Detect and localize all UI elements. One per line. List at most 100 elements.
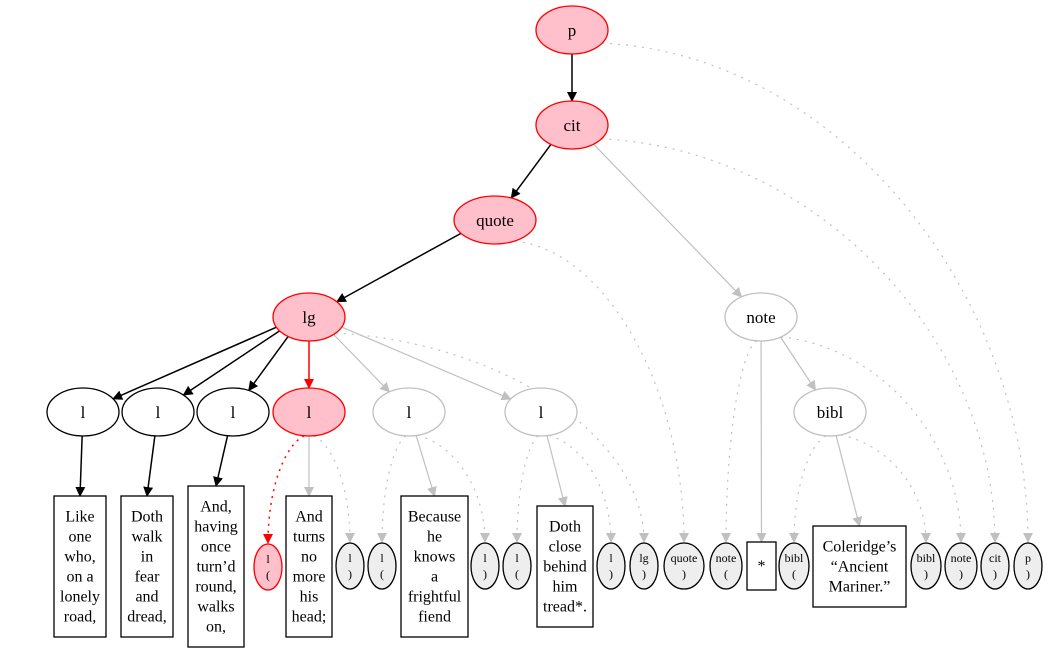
node-lgclose[interactable]: lg) [629,542,659,590]
node-quoteclose[interactable]: quote) [663,542,705,590]
node-lg-label: lg [302,308,316,327]
token-lgclose-line: ) [642,567,646,581]
node-l4open[interactable]: l( [253,543,283,591]
token-l6open-shape [502,542,532,590]
node-noteclose[interactable]: note) [944,542,978,590]
text-t5-line: he [427,529,442,546]
token-l5close-shape [470,542,500,590]
node-l6[interactable]: l [504,387,578,437]
text-t2-line: and [135,589,158,606]
token-citclose-line: ) [993,567,997,581]
node-t1[interactable]: Like one who, on a lonely road, [53,495,107,638]
token-pclose-line: p [1025,551,1031,565]
token-l5open-line: ( [380,567,384,581]
text-t6-line: tread*. [543,599,587,616]
text-t6-line: Doth [549,519,581,536]
token-noteclose-line: ) [959,567,963,581]
node-quote[interactable]: quote [453,195,537,245]
text-t6-line: close [549,539,582,556]
edge-lg-to-l2 [182,330,280,396]
tree-diagram: p cit quote lg note bibl l l l l l l Like one who, on a… [46,5,1043,648]
text-t6-line: behind [543,559,587,576]
node-l2-label: l [156,403,161,422]
node-lg[interactable]: lg [272,292,346,342]
text-t1-line: Like [65,509,94,526]
text-t5-line: Because [408,509,461,526]
token-noteopen-shape [709,542,743,590]
edge-cit-to-citclose [601,138,1000,543]
text-t3-line: And, [200,499,232,516]
node-biblclose[interactable]: bibl) [910,542,942,590]
token-noteopen-line: note [716,551,737,565]
edge-l6-to-l6open [512,435,539,543]
node-t7[interactable]: Coleridge’s “Ancient Mariner.” [812,525,907,608]
token-l6close-shape [596,542,626,590]
node-star[interactable]: * [746,541,777,591]
token-citclose-line: cit [989,551,1002,565]
edge-l2-to-t2 [143,435,156,497]
node-biblopen[interactable]: bibl ( [778,542,810,590]
text-t2-line: walk [131,529,162,546]
token-lgclose-line: lg [639,551,648,565]
node-p[interactable]: p [535,5,609,55]
text-t3-line: walks [197,599,234,616]
text-t1-line: who, [64,549,96,566]
token-l6open-line: ( [515,567,519,581]
edge-p-to-pclose [602,42,1033,543]
node-l5[interactable]: l [372,387,446,437]
node-t4[interactable]: And turns no more his head; [285,495,333,638]
text-t7-line: “Ancient [831,559,889,576]
node-l5close[interactable]: l) [470,542,500,590]
node-l1-label: l [81,403,86,422]
edge-quote-to-lg [335,232,462,303]
node-note[interactable]: note [724,292,798,342]
edge-l6-to-t6 [546,435,568,507]
node-l4[interactable]: l [272,387,346,437]
node-l2[interactable]: l [121,387,195,437]
node-t3[interactable]: And, having once turn’d round, walks on, [187,485,245,648]
edge-cit-to-note [593,143,743,298]
node-l3[interactable]: l [196,387,270,437]
edge-cit-to-quote [510,144,552,199]
node-cit[interactable]: cit [535,100,609,150]
node-t5[interactable]: Because he knows a frightful fiend [400,495,469,638]
text-t1-line: road, [64,609,96,626]
node-cit-label: cit [564,116,581,135]
text-t1-line: one [68,529,91,546]
text-t2-line: Doth [131,509,163,526]
node-quote-label: quote [476,211,514,230]
token-pclose-shape [1013,542,1043,590]
text-star-line: * [758,558,766,575]
node-t6[interactable]: Doth close behind him tread*. [536,505,594,628]
token-l6close-line: ) [609,567,613,581]
text-t3-line: on, [206,619,226,636]
node-l6close[interactable]: l) [596,542,626,590]
token-l4open-line: ( [266,568,270,582]
node-l5open[interactable]: l( [367,542,397,590]
text-t1-line: on a [66,569,93,586]
text-t4-line: more [293,569,326,586]
text-t4-line: head; [292,609,327,626]
text-t4-line: And [295,509,323,526]
text-t3-line: round, [195,579,236,596]
node-pclose[interactable]: p) [1013,542,1043,590]
text-t3-line: turn’d [196,559,235,576]
node-bibl[interactable]: bibl [793,387,867,437]
node-l4close[interactable]: l) [335,542,365,590]
edge-note-to-noteopen [721,340,758,543]
text-t6-line: him [553,579,578,596]
token-biblopen-line: ( [792,567,796,581]
text-t2-line: dread, [127,609,167,626]
node-citclose[interactable]: cit) [980,542,1010,590]
text-t2-line: fear [135,569,161,586]
token-noteclose-line: note [951,551,972,565]
node-l1[interactable]: l [46,387,120,437]
node-l6open[interactable]: l( [502,542,532,590]
text-t5-line: fiend [418,609,451,626]
node-bibl-label: bibl [817,403,844,422]
node-noteopen[interactable]: note ( [709,542,743,590]
node-l5-label: l [407,403,412,422]
node-t2[interactable]: Doth walk in fear and dread, [120,495,174,638]
token-biblclose-line: ) [924,567,928,581]
token-noteclose-shape [944,542,978,590]
